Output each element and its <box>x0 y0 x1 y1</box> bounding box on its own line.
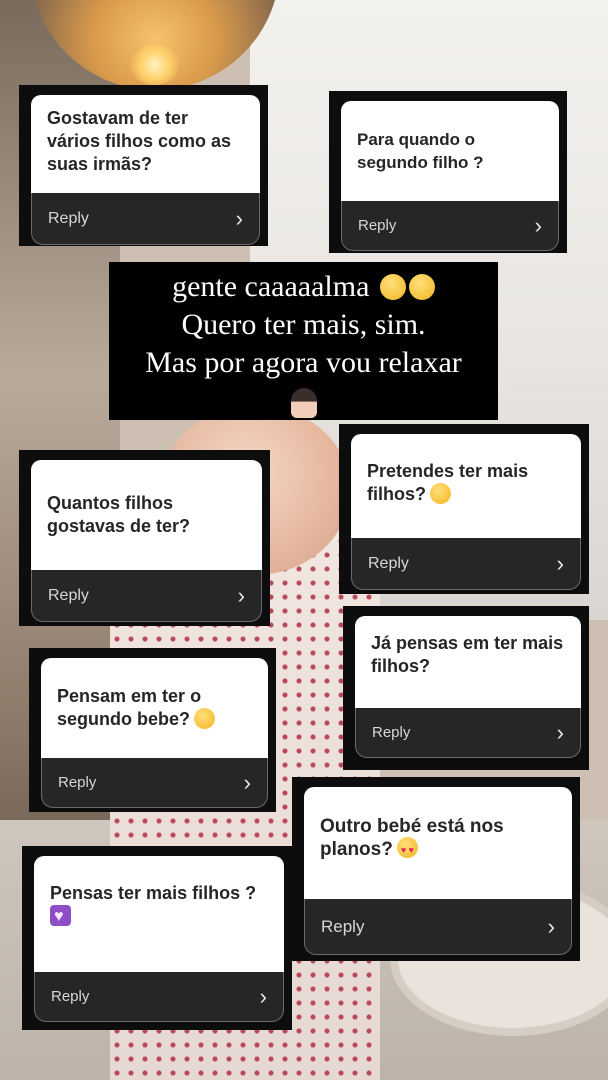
question-text: Para quando o segundo filho ? <box>357 130 484 172</box>
reply-button[interactable]: Reply › <box>34 972 284 1022</box>
question-text-box: Já pensas em ter mais filhos? <box>355 616 581 708</box>
reply-label: Reply <box>48 209 89 227</box>
question-card[interactable]: Para quando o segundo filho ? Reply › <box>329 91 567 253</box>
question-text-box: Outro bebé está nos planos? <box>304 787 572 899</box>
heart-eyes-emoji-icon <box>396 837 418 862</box>
question-text: Já pensas em ter mais filhos? <box>371 633 564 676</box>
chevron-right-icon: › <box>243 769 251 795</box>
chevron-right-icon: › <box>235 205 243 231</box>
question-text-box: Quantos filhos gostavas de ter? <box>31 460 262 570</box>
question-text-box: Gostavam de ter vários filhos como as su… <box>31 95 260 193</box>
question-text-box: Pensas ter mais filhos ? <box>34 856 284 972</box>
question-card[interactable]: Já pensas em ter mais filhos? Reply › <box>343 606 589 770</box>
question-text: Gostavam de ter vários filhos como as su… <box>47 108 232 174</box>
reply-button[interactable]: Reply › <box>31 193 260 245</box>
reply-button[interactable]: Reply › <box>351 538 581 590</box>
reply-label: Reply <box>358 217 397 234</box>
chevron-right-icon: › <box>556 550 564 576</box>
reply-label: Reply <box>368 554 409 572</box>
chevron-right-icon: › <box>259 983 267 1009</box>
lamp-bulb <box>130 45 180 85</box>
reply-label: Reply <box>372 724 411 741</box>
chevron-right-icon: › <box>534 212 542 238</box>
woman-emoji-icon <box>290 388 317 419</box>
overlay-line-1: gente caaaaalma <box>172 270 370 303</box>
reply-button[interactable]: Reply › <box>355 708 581 758</box>
question-card[interactable]: Pensas ter mais filhos ? Reply › <box>22 846 292 1030</box>
rolling-laughing-emoji-icon <box>408 274 435 300</box>
reply-button[interactable]: Reply › <box>31 570 262 622</box>
question-text: Quantos filhos gostavas de ter? <box>47 493 191 536</box>
question-card[interactable]: Gostavam de ter vários filhos como as su… <box>19 85 268 246</box>
reply-label: Reply <box>58 774 97 791</box>
question-card[interactable]: Quantos filhos gostavas de ter? Reply › <box>19 450 270 626</box>
reply-label: Reply <box>48 586 89 604</box>
reply-button[interactable]: Reply › <box>304 899 572 955</box>
story-text-overlay: gente caaaaalma Quero ter mais, sim. Mas… <box>109 262 498 420</box>
overlay-line-2: Quero ter mais, sim. <box>181 308 426 341</box>
reply-button[interactable]: Reply › <box>341 201 559 251</box>
reply-label: Reply <box>51 988 90 1005</box>
overlay-line-3: Mas por agora vou relaxar <box>145 346 462 379</box>
rolling-laughing-emoji-icon <box>379 274 406 300</box>
question-card[interactable]: Pretendes ter mais filhos? Reply › <box>339 424 589 594</box>
question-text-box: Para quando o segundo filho ? <box>341 101 559 201</box>
question-text: Pensas ter mais filhos ? <box>50 883 257 903</box>
question-card[interactable]: Outro bebé está nos planos? Reply › <box>292 777 580 961</box>
smiling-face-emoji-icon <box>194 707 216 729</box>
question-text: Pensam em ter o segundo bebe? <box>57 686 202 729</box>
hugging-face-emoji-icon <box>430 482 451 504</box>
chevron-right-icon: › <box>237 582 245 608</box>
question-text-box: Pensam em ter o segundo bebe? <box>41 658 268 758</box>
chevron-right-icon: › <box>547 913 555 939</box>
question-text-box: Pretendes ter mais filhos? <box>351 434 581 538</box>
reply-button[interactable]: Reply › <box>41 758 268 808</box>
reply-label: Reply <box>321 916 365 936</box>
question-card[interactable]: Pensam em ter o segundo bebe? Reply › <box>29 648 276 812</box>
chevron-right-icon: › <box>556 719 564 745</box>
purple-heart-emoji-icon <box>50 904 71 928</box>
